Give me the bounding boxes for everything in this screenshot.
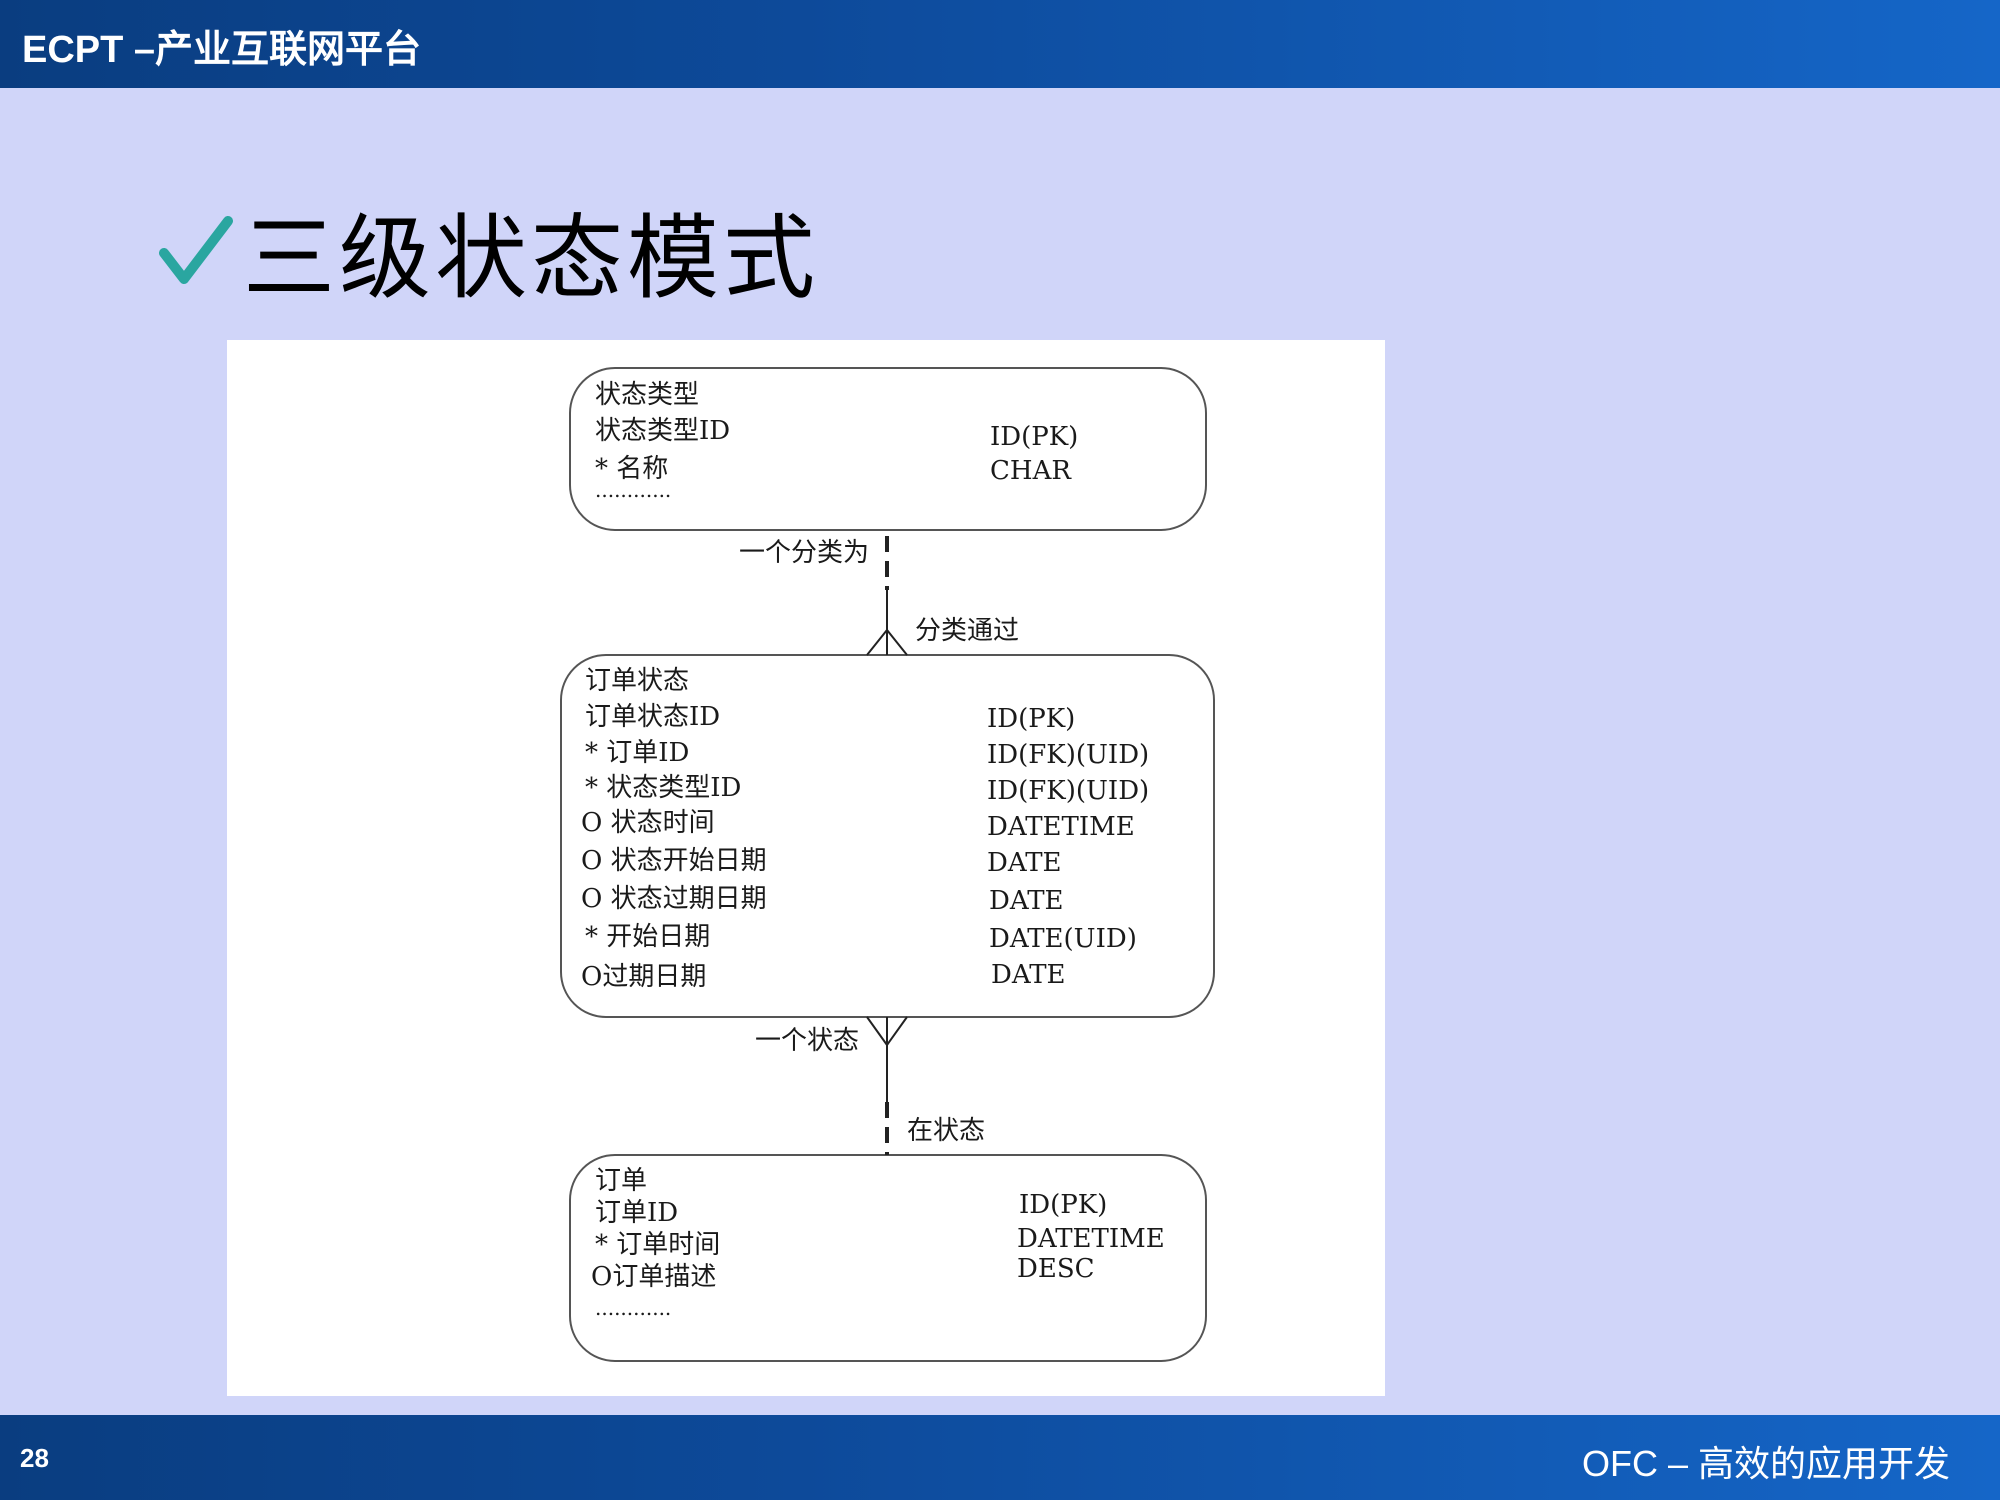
entity-field: ............ xyxy=(595,1296,672,1320)
entity-field: O订单描述 xyxy=(591,1262,717,1292)
entity-field-type: ID(PK) xyxy=(1019,1190,1108,1220)
relationship-label: 一个状态 xyxy=(755,1026,860,1056)
entity-field: O 状态过期日期 xyxy=(581,884,767,914)
entity-name: 订单状态 xyxy=(585,666,690,696)
entity-field-type: CHAR xyxy=(990,456,1071,486)
entity-field: O 状态时间 xyxy=(581,808,715,838)
slide-heading: 三级状态模式 xyxy=(158,195,819,312)
entity-field-type: ID(FK)(UID) xyxy=(987,776,1150,806)
er-diagram-lines xyxy=(560,367,1215,1362)
entity-field: 订单ID xyxy=(595,1198,679,1228)
entity-field-type: ID(PK) xyxy=(987,704,1076,734)
entity-field: O过期日期 xyxy=(581,962,707,992)
entity-field-type: ID(PK) xyxy=(990,422,1079,452)
entity-field-type: DATE xyxy=(987,848,1062,878)
page-number: 28 xyxy=(20,1443,49,1473)
entity-field-type: DATE xyxy=(989,886,1064,916)
checkmark-icon xyxy=(159,215,233,284)
entity-field: * 状态类型ID xyxy=(585,773,742,803)
entity-name: 状态类型 xyxy=(595,380,700,410)
er-diagram: 状态类型 状态类型ID ID(PK) * 名称 CHAR ...........… xyxy=(227,340,1385,1396)
entity-field-type: ID(FK)(UID) xyxy=(987,740,1150,770)
entity-field: * 订单时间 xyxy=(595,1230,721,1260)
relationship-label: 在状态 xyxy=(907,1116,986,1146)
footer-bar: 28 OFC – 高效的应用开发 xyxy=(0,1415,2000,1500)
header-bar: ECPT –产业互联网平台 xyxy=(0,0,2000,88)
entity-field: * 开始日期 xyxy=(585,922,711,952)
entity-field: O 状态开始日期 xyxy=(581,846,767,876)
entity-field-type: DATETIME xyxy=(987,812,1135,842)
entity-field: 订单状态ID xyxy=(585,702,721,732)
entity-field: 状态类型ID xyxy=(595,416,731,446)
relationship-label: 一个分类为 xyxy=(739,538,870,568)
entity-name: 订单 xyxy=(595,1166,648,1196)
entity-field-type: DESC xyxy=(1017,1254,1095,1284)
header-title: ECPT –产业互联网平台 xyxy=(22,29,422,71)
footer-text: OFC – 高效的应用开发 xyxy=(1581,1443,1950,1484)
slide-title: 三级状态模式 xyxy=(243,204,820,312)
entity-field-type: DATETIME xyxy=(1017,1224,1165,1254)
entity-field-type: DATE(UID) xyxy=(989,924,1137,954)
entity-field: ............ xyxy=(595,478,672,502)
relationship-label: 分类通过 xyxy=(915,616,1020,646)
entity-field: * 订单ID xyxy=(585,738,690,768)
entity-field-type: DATE xyxy=(991,960,1066,990)
